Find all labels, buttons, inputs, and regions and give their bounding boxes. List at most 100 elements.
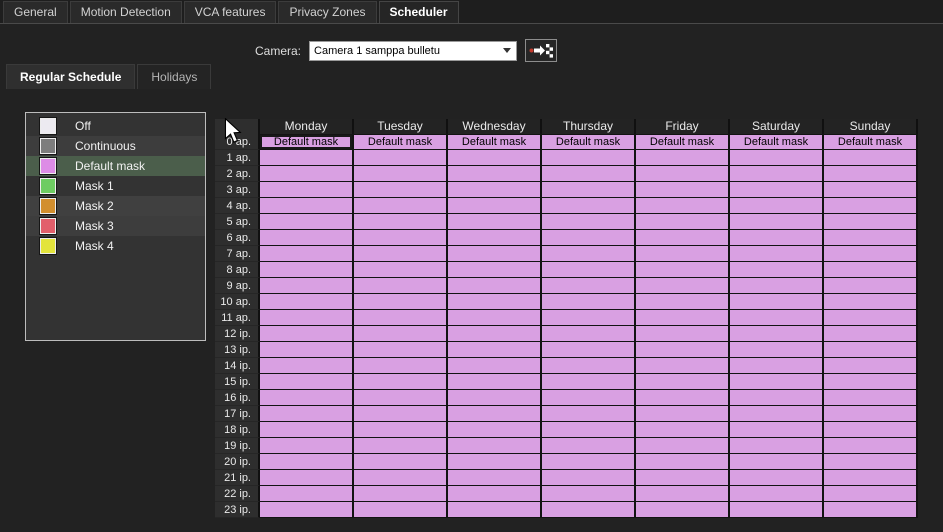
schedule-cell-thursday-20ip[interactable] [542, 454, 636, 470]
schedule-cell-tuesday-9ap[interactable] [354, 278, 448, 294]
schedule-cell-monday-18ip[interactable] [260, 422, 354, 438]
schedule-cell-wednesday-6ap[interactable] [448, 230, 542, 246]
schedule-cell-thursday-2ap[interactable] [542, 166, 636, 182]
schedule-cell-friday-1ap[interactable] [636, 150, 730, 166]
schedule-cell-saturday-5ap[interactable] [730, 214, 824, 230]
schedule-cell-sunday-23ip[interactable] [824, 502, 918, 518]
schedule-cell-sunday-18ip[interactable] [824, 422, 918, 438]
schedule-cell-wednesday-12ip[interactable] [448, 326, 542, 342]
schedule-cell-wednesday-3ap[interactable] [448, 182, 542, 198]
schedule-cell-thursday-4ap[interactable] [542, 198, 636, 214]
schedule-cell-monday-21ip[interactable] [260, 470, 354, 486]
schedule-cell-saturday-19ip[interactable] [730, 438, 824, 454]
schedule-cell-tuesday-20ip[interactable] [354, 454, 448, 470]
schedule-cell-saturday-16ip[interactable] [730, 390, 824, 406]
schedule-cell-monday-0ap[interactable]: Default mask [260, 134, 354, 150]
schedule-cell-thursday-6ap[interactable] [542, 230, 636, 246]
schedule-cell-sunday-14ip[interactable] [824, 358, 918, 374]
schedule-cell-friday-21ip[interactable] [636, 470, 730, 486]
schedule-cell-saturday-11ap[interactable] [730, 310, 824, 326]
schedule-cell-thursday-10ap[interactable] [542, 294, 636, 310]
schedule-cell-wednesday-4ap[interactable] [448, 198, 542, 214]
schedule-cell-thursday-16ip[interactable] [542, 390, 636, 406]
schedule-cell-tuesday-18ip[interactable] [354, 422, 448, 438]
schedule-cell-monday-1ap[interactable] [260, 150, 354, 166]
schedule-cell-friday-12ip[interactable] [636, 326, 730, 342]
schedule-cell-monday-11ap[interactable] [260, 310, 354, 326]
schedule-cell-wednesday-1ap[interactable] [448, 150, 542, 166]
schedule-cell-tuesday-6ap[interactable] [354, 230, 448, 246]
schedule-cell-wednesday-10ap[interactable] [448, 294, 542, 310]
schedule-cell-thursday-5ap[interactable] [542, 214, 636, 230]
schedule-cell-friday-22ip[interactable] [636, 486, 730, 502]
schedule-cell-friday-11ap[interactable] [636, 310, 730, 326]
legend-item-mask-1[interactable]: Mask 1 [26, 176, 205, 196]
legend-item-mask-2[interactable]: Mask 2 [26, 196, 205, 216]
schedule-cell-saturday-4ap[interactable] [730, 198, 824, 214]
schedule-cell-tuesday-23ip[interactable] [354, 502, 448, 518]
schedule-cell-sunday-1ap[interactable] [824, 150, 918, 166]
schedule-cell-saturday-21ip[interactable] [730, 470, 824, 486]
schedule-cell-sunday-6ap[interactable] [824, 230, 918, 246]
tab-regular-schedule[interactable]: Regular Schedule [6, 64, 135, 89]
schedule-cell-tuesday-12ip[interactable] [354, 326, 448, 342]
schedule-cell-wednesday-2ap[interactable] [448, 166, 542, 182]
schedule-cell-friday-8ap[interactable] [636, 262, 730, 278]
schedule-cell-thursday-7ap[interactable] [542, 246, 636, 262]
schedule-cell-sunday-19ip[interactable] [824, 438, 918, 454]
schedule-cell-sunday-22ip[interactable] [824, 486, 918, 502]
schedule-cell-wednesday-11ap[interactable] [448, 310, 542, 326]
schedule-cell-thursday-1ap[interactable] [542, 150, 636, 166]
schedule-cell-saturday-0ap[interactable]: Default mask [730, 134, 824, 150]
schedule-cell-saturday-10ap[interactable] [730, 294, 824, 310]
schedule-cell-sunday-21ip[interactable] [824, 470, 918, 486]
schedule-cell-monday-16ip[interactable] [260, 390, 354, 406]
schedule-cell-monday-4ap[interactable] [260, 198, 354, 214]
schedule-cell-sunday-2ap[interactable] [824, 166, 918, 182]
schedule-cell-thursday-3ap[interactable] [542, 182, 636, 198]
schedule-cell-wednesday-16ip[interactable] [448, 390, 542, 406]
schedule-cell-wednesday-13ip[interactable] [448, 342, 542, 358]
schedule-cell-sunday-10ap[interactable] [824, 294, 918, 310]
schedule-cell-thursday-12ip[interactable] [542, 326, 636, 342]
schedule-cell-thursday-17ip[interactable] [542, 406, 636, 422]
schedule-cell-friday-15ip[interactable] [636, 374, 730, 390]
schedule-cell-wednesday-0ap[interactable]: Default mask [448, 134, 542, 150]
schedule-cell-monday-19ip[interactable] [260, 438, 354, 454]
schedule-cell-friday-18ip[interactable] [636, 422, 730, 438]
schedule-cell-saturday-13ip[interactable] [730, 342, 824, 358]
schedule-cell-tuesday-11ap[interactable] [354, 310, 448, 326]
legend-item-off[interactable]: Off [26, 116, 205, 136]
schedule-cell-monday-2ap[interactable] [260, 166, 354, 182]
schedule-cell-thursday-21ip[interactable] [542, 470, 636, 486]
schedule-cell-tuesday-0ap[interactable]: Default mask [354, 134, 448, 150]
schedule-cell-saturday-3ap[interactable] [730, 182, 824, 198]
schedule-cell-friday-23ip[interactable] [636, 502, 730, 518]
schedule-cell-monday-3ap[interactable] [260, 182, 354, 198]
schedule-cell-tuesday-13ip[interactable] [354, 342, 448, 358]
schedule-cell-thursday-9ap[interactable] [542, 278, 636, 294]
tab-general[interactable]: General [3, 1, 68, 23]
legend-item-continuous[interactable]: Continuous [26, 136, 205, 156]
schedule-cell-friday-3ap[interactable] [636, 182, 730, 198]
schedule-cell-saturday-7ap[interactable] [730, 246, 824, 262]
schedule-cell-sunday-17ip[interactable] [824, 406, 918, 422]
schedule-cell-thursday-11ap[interactable] [542, 310, 636, 326]
schedule-cell-saturday-9ap[interactable] [730, 278, 824, 294]
schedule-cell-saturday-2ap[interactable] [730, 166, 824, 182]
schedule-cell-friday-7ap[interactable] [636, 246, 730, 262]
schedule-cell-sunday-11ap[interactable] [824, 310, 918, 326]
schedule-cell-monday-5ap[interactable] [260, 214, 354, 230]
schedule-cell-tuesday-5ap[interactable] [354, 214, 448, 230]
schedule-cell-saturday-14ip[interactable] [730, 358, 824, 374]
schedule-cell-saturday-8ap[interactable] [730, 262, 824, 278]
schedule-cell-tuesday-21ip[interactable] [354, 470, 448, 486]
schedule-cell-sunday-3ap[interactable] [824, 182, 918, 198]
schedule-cell-monday-17ip[interactable] [260, 406, 354, 422]
apply-to-multiple-cameras-button[interactable] [525, 39, 557, 62]
schedule-cell-tuesday-4ap[interactable] [354, 198, 448, 214]
schedule-cell-sunday-12ip[interactable] [824, 326, 918, 342]
schedule-cell-saturday-20ip[interactable] [730, 454, 824, 470]
schedule-cell-friday-10ap[interactable] [636, 294, 730, 310]
schedule-cell-monday-20ip[interactable] [260, 454, 354, 470]
